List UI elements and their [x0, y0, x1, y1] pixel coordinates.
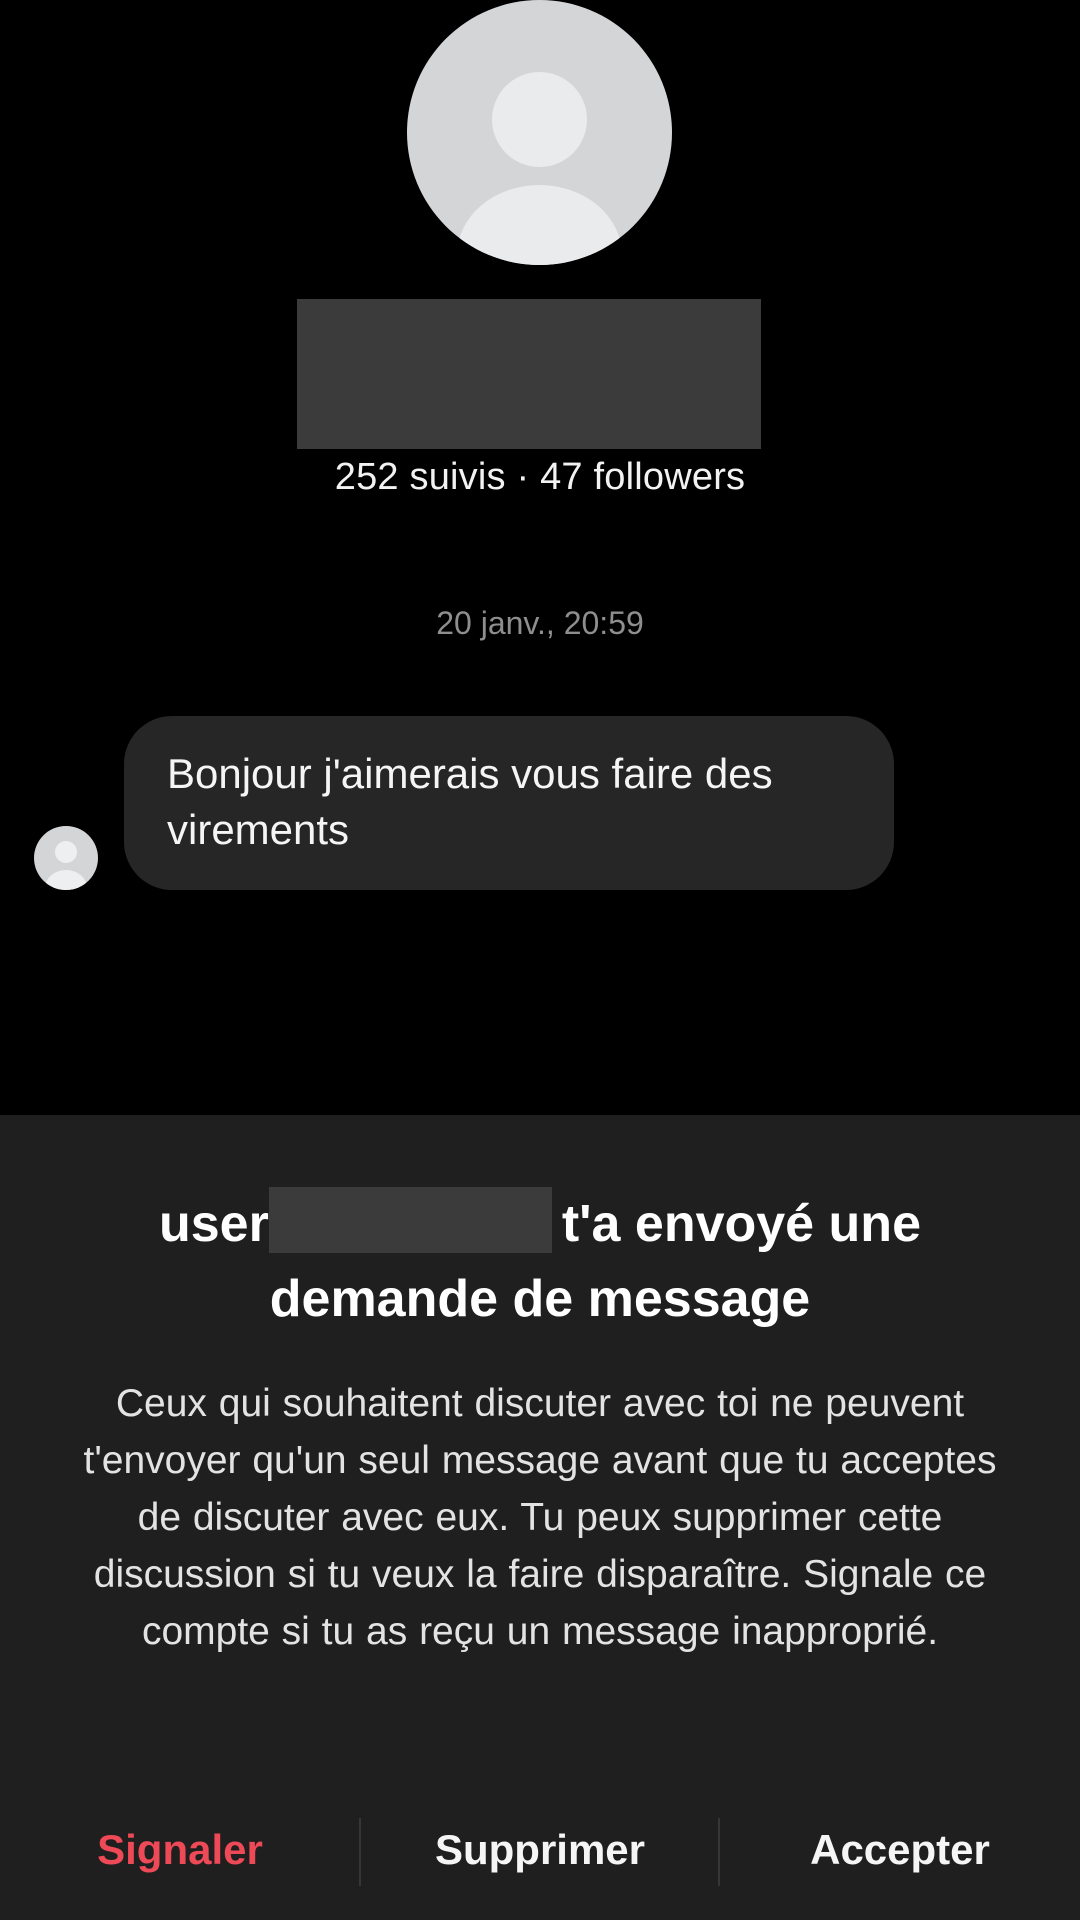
message-request-screen: 252 suivis · 47 followers 20 janv., 20:5… — [0, 0, 1080, 1920]
follow-stats: 252 suivis · 47 followers — [334, 456, 746, 498]
profile-avatar-icon[interactable] — [407, 0, 672, 265]
avatar-body-shape — [457, 185, 622, 265]
request-description: Ceux qui souhaitent discuter avec toi ne… — [83, 1382, 997, 1653]
request-title-line-2: demande de message — [269, 1270, 811, 1328]
avatar-head-shape — [55, 841, 77, 863]
message-bubble[interactable]: Bonjour j'aimerais vous faire des vireme… — [124, 716, 894, 890]
delete-button[interactable]: Supprimer — [360, 1800, 720, 1900]
username-redacted — [268, 1187, 552, 1253]
request-title-suffix: t'a envoyé une — [561, 1195, 921, 1253]
message-request-panel: user t'a envoyé une demande de message Ce… — [0, 1115, 1080, 1920]
request-action-bar: Signaler Supprimer Accepter — [0, 1800, 1080, 1900]
message-timestamp: 20 janv., 20:59 — [436, 605, 644, 641]
sender-avatar-icon[interactable] — [34, 826, 98, 890]
accept-button[interactable]: Accepter — [720, 1800, 1080, 1900]
avatar-head-shape — [492, 72, 587, 167]
request-title: user t'a envoyé une demande de message — [0, 1187, 1080, 1337]
request-title-line-1: user t'a envoyé une — [0, 1187, 1080, 1262]
report-button[interactable]: Signaler — [0, 1800, 360, 1900]
avatar-body-shape — [45, 870, 87, 890]
profile-name-redacted — [297, 299, 761, 449]
request-title-prefix: user — [159, 1195, 269, 1253]
